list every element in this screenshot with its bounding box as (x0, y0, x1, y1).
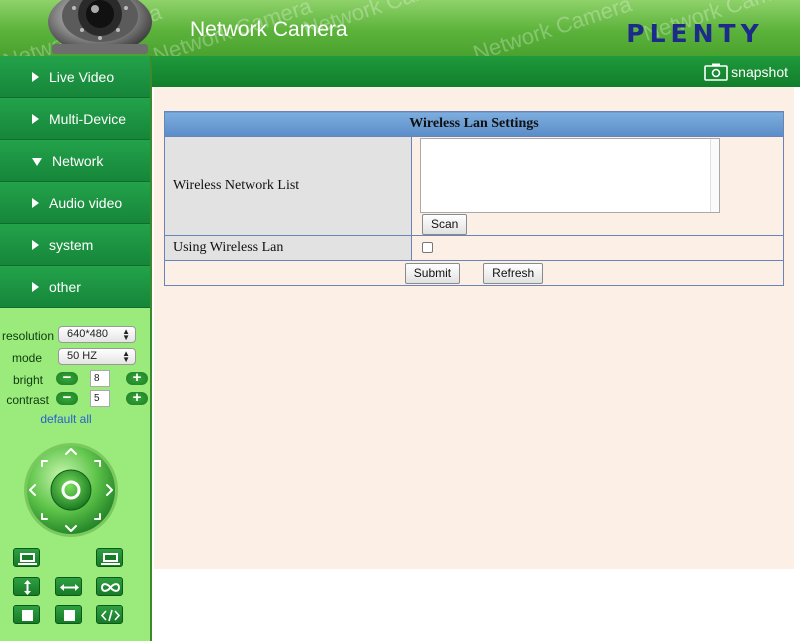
vertical-patrol-button[interactable] (13, 577, 40, 596)
contrast-row: contrast − 5 + (0, 390, 150, 410)
resolution-select[interactable]: 640*480 ▲ ▼ (58, 326, 136, 343)
sidebar-item-live-video[interactable]: Live Video (0, 56, 150, 98)
header-title: Network Camera (190, 18, 348, 41)
contrast-label: contrast (6, 393, 49, 407)
contrast-decrease-button[interactable]: − (56, 390, 78, 405)
camera-logo-icon (48, 0, 152, 54)
bright-increase-button[interactable]: + (126, 370, 148, 385)
bright-label: bright (12, 373, 43, 387)
mode-label: mode (11, 351, 42, 365)
svg-text:PLENTY: PLENTY (626, 20, 763, 46)
vertical-arrows-icon (24, 580, 31, 595)
select-arrows-icon: ▲ ▼ (122, 349, 130, 364)
bright-value: 8 (90, 370, 110, 387)
sidebar-item-label: other (49, 278, 81, 295)
network-list-cell: Scan (411, 136, 784, 236)
camera-icon (704, 63, 728, 81)
settings-title: Wireless Lan Settings (164, 111, 784, 137)
resolution-row: resolution 640*480 ▲ ▼ (0, 326, 150, 346)
sidebar-item-network[interactable]: Network (0, 140, 150, 182)
resolution-label: resolution (1, 329, 54, 343)
brand-logo: PLENTY (626, 20, 763, 46)
default-all-link[interactable]: default all (0, 412, 132, 426)
stop-vertical-button[interactable] (13, 605, 40, 624)
mirror-button[interactable] (96, 548, 123, 567)
horizontal-arrows-icon (60, 584, 79, 591)
actions-row: Submit Refresh (164, 260, 784, 286)
using-wireless-label: Using Wireless Lan (164, 235, 412, 261)
flip-button[interactable] (13, 548, 40, 567)
infinite-patrol-button[interactable] (96, 577, 123, 596)
flip-icon (18, 553, 37, 565)
sidebar-item-audio-video[interactable]: Audio video (0, 182, 150, 224)
bright-row: bright − 8 + (0, 370, 150, 390)
sidebar-item-multi-device[interactable]: Multi-Device (0, 98, 150, 140)
triangle-down-icon (32, 157, 42, 166)
snapshot-label: snapshot (731, 64, 788, 80)
submit-button[interactable]: Submit (404, 262, 461, 284)
sidebar-item-label: Multi-Device (49, 110, 127, 127)
header: Network Camera Network Camera Network Ca… (0, 0, 800, 56)
network-list-label: Wireless Network List (164, 136, 412, 236)
sidebar-item-other[interactable]: other (0, 266, 150, 308)
sidebar-nav: Live Video Multi-Device Network Audio vi… (0, 56, 150, 308)
refresh-button[interactable]: Refresh (483, 262, 544, 284)
sidebar-item-label: system (49, 236, 94, 253)
mode-value: 50 HZ (67, 350, 97, 362)
sidebar-item-label: Live Video (49, 68, 115, 85)
mirror-icon (101, 553, 120, 565)
resolution-value: 640*480 (67, 328, 108, 340)
ptz-direction-pad[interactable] (23, 442, 119, 538)
contrast-value: 5 (90, 390, 110, 407)
sidebar-item-label: Audio video (49, 194, 123, 211)
triangle-right-icon (32, 239, 39, 250)
code-icon (100, 609, 121, 622)
triangle-right-icon (32, 71, 39, 82)
wireless-network-listbox[interactable] (420, 138, 720, 213)
contrast-increase-button[interactable]: + (126, 390, 148, 405)
using-wireless-checkbox[interactable] (422, 242, 433, 254)
stop-icon (64, 610, 75, 621)
horizontal-patrol-button[interactable] (55, 577, 82, 596)
sidebar-item-system[interactable]: system (0, 224, 150, 266)
snapshot-button[interactable]: snapshot (704, 61, 788, 83)
wireless-settings-table: Wireless Lan Settings Wireless Network L… (164, 111, 784, 286)
bright-decrease-button[interactable]: − (56, 370, 78, 385)
triangle-right-icon (32, 281, 39, 292)
mode-row: mode 50 HZ ▲ ▼ (0, 348, 150, 368)
listbox-scrollbar[interactable] (710, 139, 719, 212)
code-view-button[interactable] (96, 605, 123, 624)
stop-horizontal-button[interactable] (55, 605, 82, 624)
triangle-right-icon (32, 197, 39, 208)
sidebar: Live Video Multi-Device Network Audio vi… (0, 56, 152, 641)
select-arrows-icon: ▲ ▼ (122, 327, 130, 342)
triangle-right-icon (32, 113, 39, 124)
scan-button[interactable]: Scan (422, 214, 468, 235)
camera-web-app: Network Camera Network Camera Network Ca… (0, 0, 800, 641)
using-wireless-cell (411, 235, 784, 261)
top-toolbar: snapshot (152, 56, 800, 87)
mode-select[interactable]: 50 HZ ▲ ▼ (58, 348, 136, 365)
sidebar-item-label: Network (52, 152, 104, 169)
stop-icon (22, 610, 33, 621)
infinity-icon (100, 583, 121, 592)
